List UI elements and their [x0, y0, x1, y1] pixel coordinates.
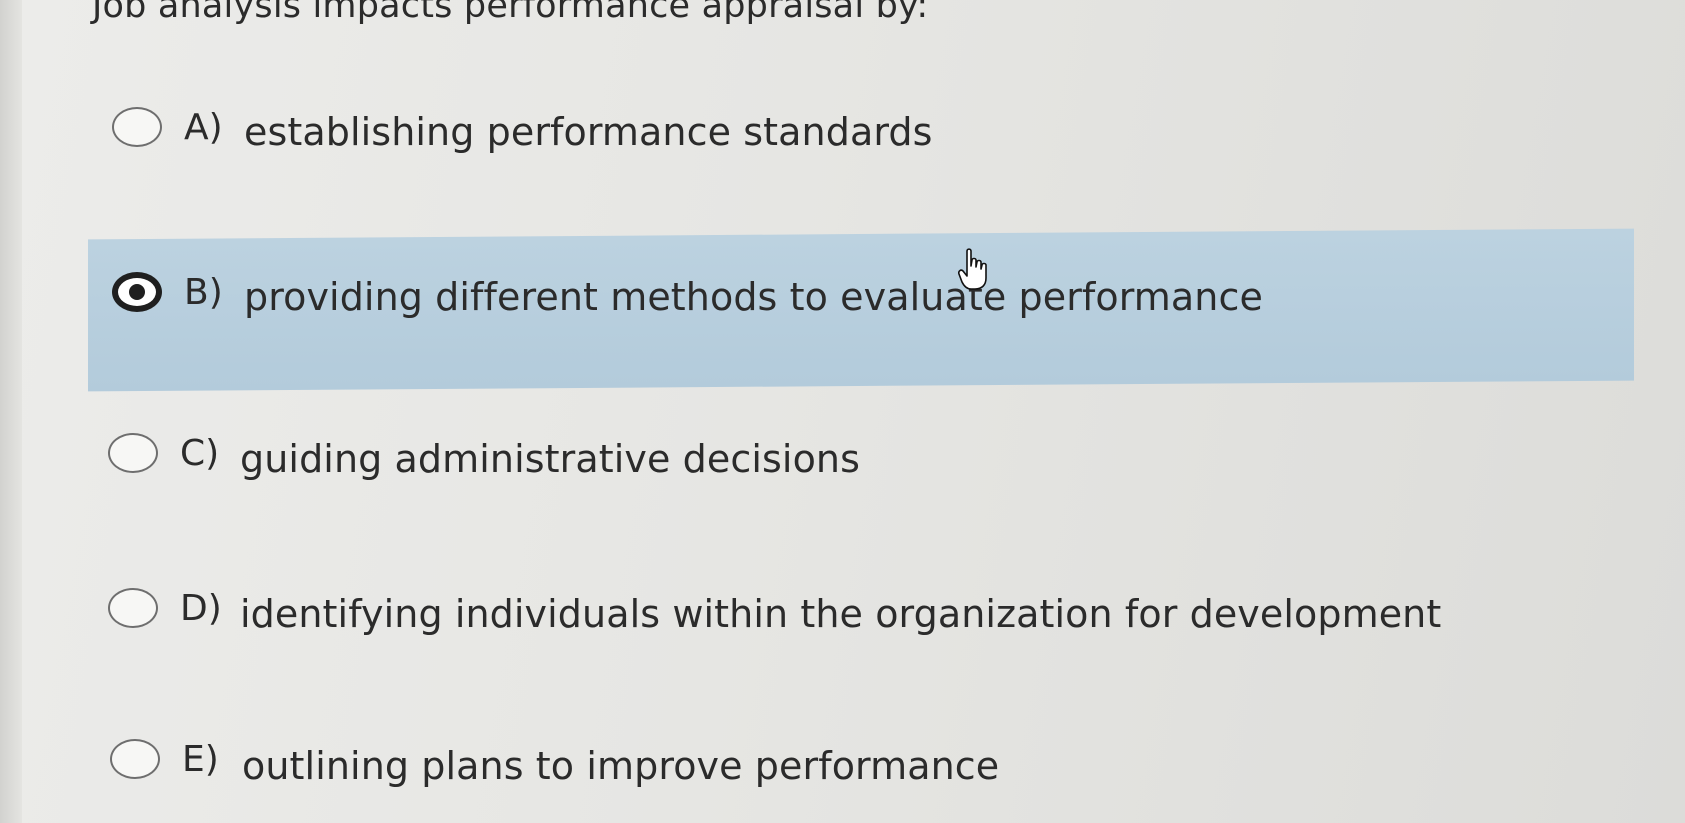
option-letter: E)	[182, 738, 219, 780]
option-e[interactable]: E) outlining plans to improve performanc…	[110, 730, 999, 788]
screen-left-edge	[0, 0, 22, 823]
radio-d[interactable]	[108, 588, 158, 628]
option-letter: D)	[180, 587, 222, 629]
option-text: identifying individuals within the organ…	[240, 592, 1442, 636]
option-d[interactable]: D) identifying individuals within the or…	[108, 580, 1441, 636]
option-letter: C)	[180, 432, 220, 474]
option-text: guiding administrative decisions	[240, 437, 860, 481]
question-text: Job analysis impacts performance apprais…	[92, 0, 929, 26]
radio-c[interactable]	[108, 433, 158, 473]
option-b[interactable]: B) providing different methods to evalua…	[112, 265, 1263, 319]
radio-e[interactable]	[110, 739, 160, 779]
option-text: outlining plans to improve performance	[242, 744, 1000, 788]
radio-b[interactable]	[112, 272, 162, 312]
option-text: establishing performance standards	[244, 110, 933, 154]
option-letter: A)	[184, 106, 223, 148]
radio-a[interactable]	[112, 107, 162, 147]
option-c[interactable]: C) guiding administrative decisions	[108, 425, 860, 481]
option-text: providing different methods to evaluate …	[244, 275, 1263, 319]
option-a[interactable]: A) establishing performance standards	[112, 100, 933, 154]
option-letter: B)	[184, 271, 223, 313]
hand-pointer-icon	[958, 248, 987, 290]
